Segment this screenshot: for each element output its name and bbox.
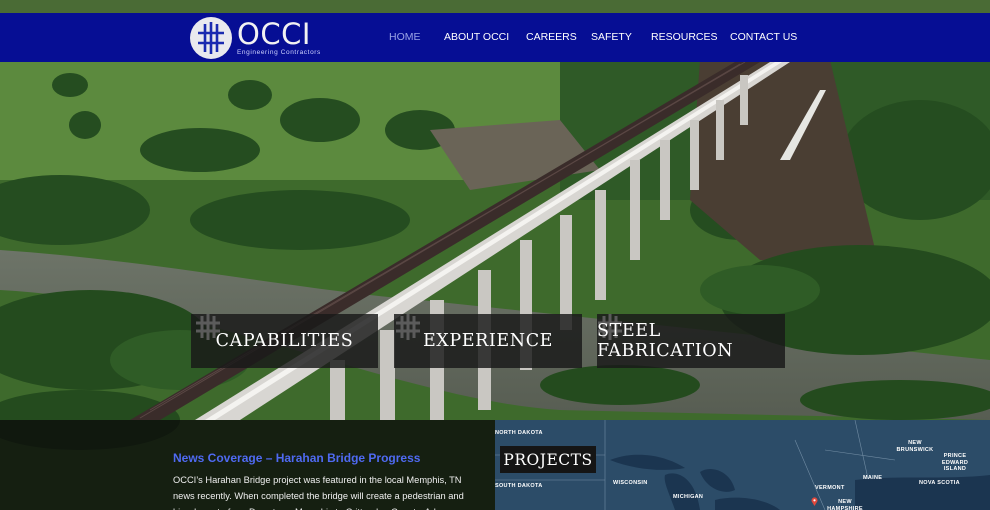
map-label-wisconsin: WISCONSIN <box>613 480 648 486</box>
hash-icon <box>396 314 420 340</box>
map-label-new-hampshire: NEW HAMPSHIRE <box>827 499 863 510</box>
nav-contact-us[interactable]: CONTACT US <box>730 31 797 43</box>
map-label-new-brunswick: NEW BRUNSWICK <box>896 440 934 453</box>
nav-home[interactable]: HOME <box>389 31 421 43</box>
tile-capabilities-label: CAPABILITIES <box>215 331 354 351</box>
nav-about-occi[interactable]: ABOUT OCCI <box>444 31 509 43</box>
news-title-link[interactable]: News Coverage – Harahan Bridge Progress <box>173 451 473 465</box>
tile-experience-label: EXPERIENCE <box>422 331 554 351</box>
news-section: News Coverage – Harahan Bridge Progress … <box>173 451 473 510</box>
top-photo-strip <box>0 0 990 13</box>
map-label-nova-scotia: NOVA SCOTIA <box>919 480 960 486</box>
tile-steel-fabrication[interactable]: STEEL FABRICATION <box>597 314 785 368</box>
map-pin-icon[interactable] <box>811 497 818 506</box>
map-label-maine: MAINE <box>863 475 883 481</box>
main-nav: HOME ABOUT OCCI CAREERS SAFETY RESOURCES… <box>0 31 990 45</box>
news-body: OCCI’s Harahan Bridge project was featur… <box>173 475 466 510</box>
nav-careers[interactable]: CAREERS <box>526 31 577 43</box>
nav-safety[interactable]: SAFETY <box>591 31 632 43</box>
tile-capabilities[interactable]: CAPABILITIES <box>191 314 378 368</box>
nav-resources[interactable]: RESOURCES <box>651 31 718 43</box>
map-label-michigan: MICHIGAN <box>673 494 704 500</box>
tile-experience[interactable]: EXPERIENCE <box>394 314 582 368</box>
tile-steel-fabrication-label: STEEL FABRICATION <box>597 321 734 361</box>
map-label-south-dakota: SOUTH DAKOTA <box>495 483 543 489</box>
map-label-north-dakota: NORTH DAKOTA <box>495 430 543 436</box>
map-label-pei: PRINCE EDWARD ISLAND <box>941 453 969 472</box>
map-label-vermont: VERMONT <box>815 485 845 491</box>
projects-heading[interactable]: PROJECTS <box>500 446 596 473</box>
logo-tagline: Engineering Contractors <box>237 49 321 56</box>
